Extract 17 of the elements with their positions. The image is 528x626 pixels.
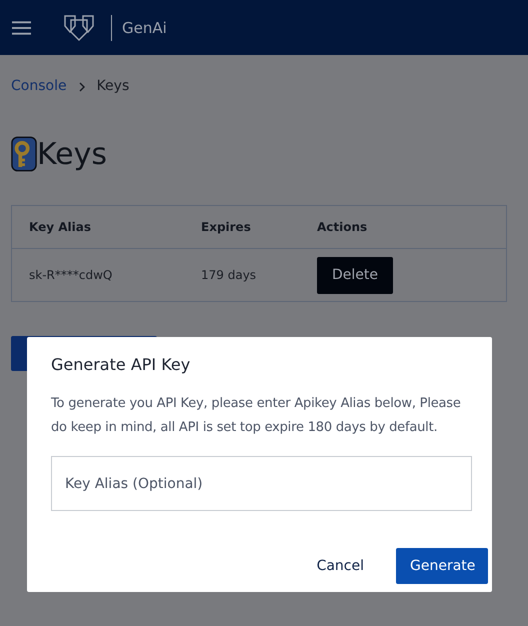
breadcrumb-current: Keys xyxy=(96,78,130,94)
cancel-button[interactable]: Cancel xyxy=(302,548,378,584)
shield-logo-icon xyxy=(63,14,95,42)
key-alias-field[interactable]: Key Alias (Optional) xyxy=(51,456,472,511)
delete-button[interactable]: Delete xyxy=(317,256,393,294)
column-header: Expires xyxy=(201,220,251,234)
column-header: Key Alias xyxy=(29,220,91,234)
page-title: Keys xyxy=(37,136,108,172)
app-name: GenAi xyxy=(122,18,167,36)
table-cell: 179 days xyxy=(201,268,256,282)
generate-button[interactable]: Generate xyxy=(396,548,488,584)
dialog-title: Generate API Key xyxy=(51,355,192,374)
key-icon xyxy=(11,136,37,172)
table-cell: sk-R****cdwQ xyxy=(29,268,112,282)
column-header: Actions xyxy=(317,220,368,234)
dialog-message: To generate you API Key, please enter Apikey Alias below, Please do keep in mind, all API is set top expire 180 days by default. xyxy=(51,395,462,437)
menu-icon[interactable] xyxy=(12,20,31,34)
